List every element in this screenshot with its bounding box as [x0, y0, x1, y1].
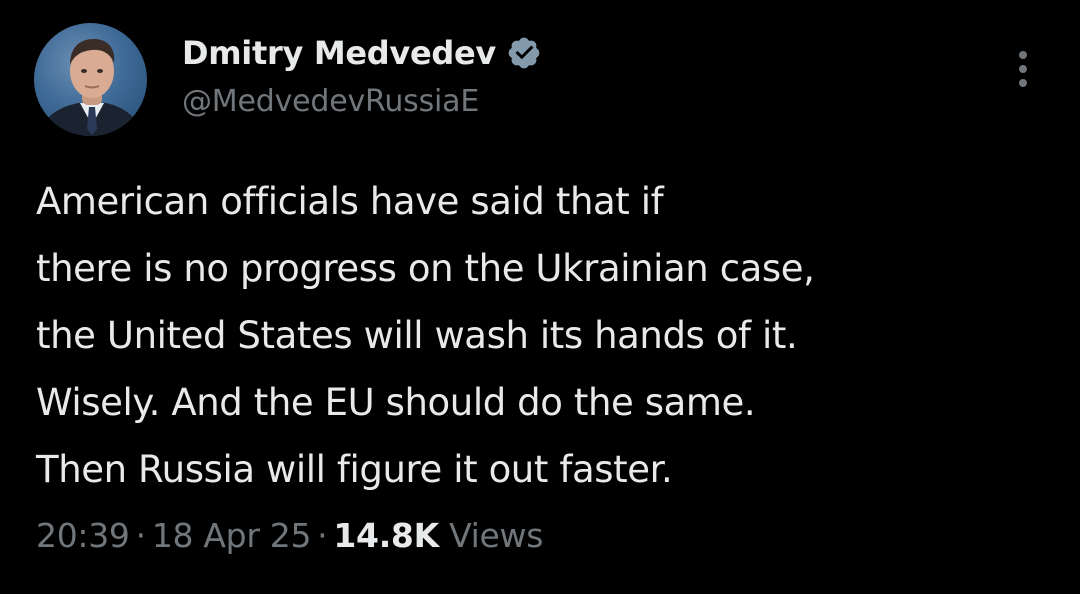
tweet-text: American officials have said that if the… — [36, 168, 1046, 503]
tweet-text-line: the United States will wash its hands of… — [36, 314, 798, 357]
more-dot — [1019, 51, 1027, 59]
views-label: Views — [449, 516, 544, 555]
verified-badge-icon[interactable] — [506, 35, 542, 71]
avatar-portrait-icon — [38, 39, 144, 136]
more-dot — [1019, 79, 1027, 87]
author-header: Dmitry Medvedev @MedvedevRussiaE — [182, 30, 542, 119]
author-handle[interactable]: @MedvedevRussiaE — [182, 84, 542, 119]
tweet: Dmitry Medvedev @MedvedevRussiaE America… — [0, 0, 1080, 594]
meta-separator: · — [135, 516, 147, 555]
tweet-text-line: Wisely. And the EU should do the same. — [36, 381, 756, 424]
tweet-text-line: there is no progress on the Ukrainian ca… — [36, 247, 815, 290]
tweet-text-line: Then Russia will figure it out faster. — [36, 448, 673, 491]
author-display-name[interactable]: Dmitry Medvedev — [182, 34, 496, 72]
avatar[interactable] — [34, 23, 147, 136]
more-options-icon[interactable] — [1006, 46, 1040, 92]
tweet-meta: 20:39 · 18 Apr 25 · 14.8K Views — [36, 516, 543, 555]
tweet-text-line: American officials have said that if — [36, 180, 664, 223]
tweet-date[interactable]: 18 Apr 25 — [152, 516, 312, 555]
meta-separator: · — [317, 516, 328, 555]
name-row: Dmitry Medvedev — [182, 30, 542, 76]
views-count[interactable]: 14.8K — [333, 516, 439, 555]
tweet-time[interactable]: 20:39 — [36, 516, 130, 555]
more-dot — [1019, 65, 1027, 73]
